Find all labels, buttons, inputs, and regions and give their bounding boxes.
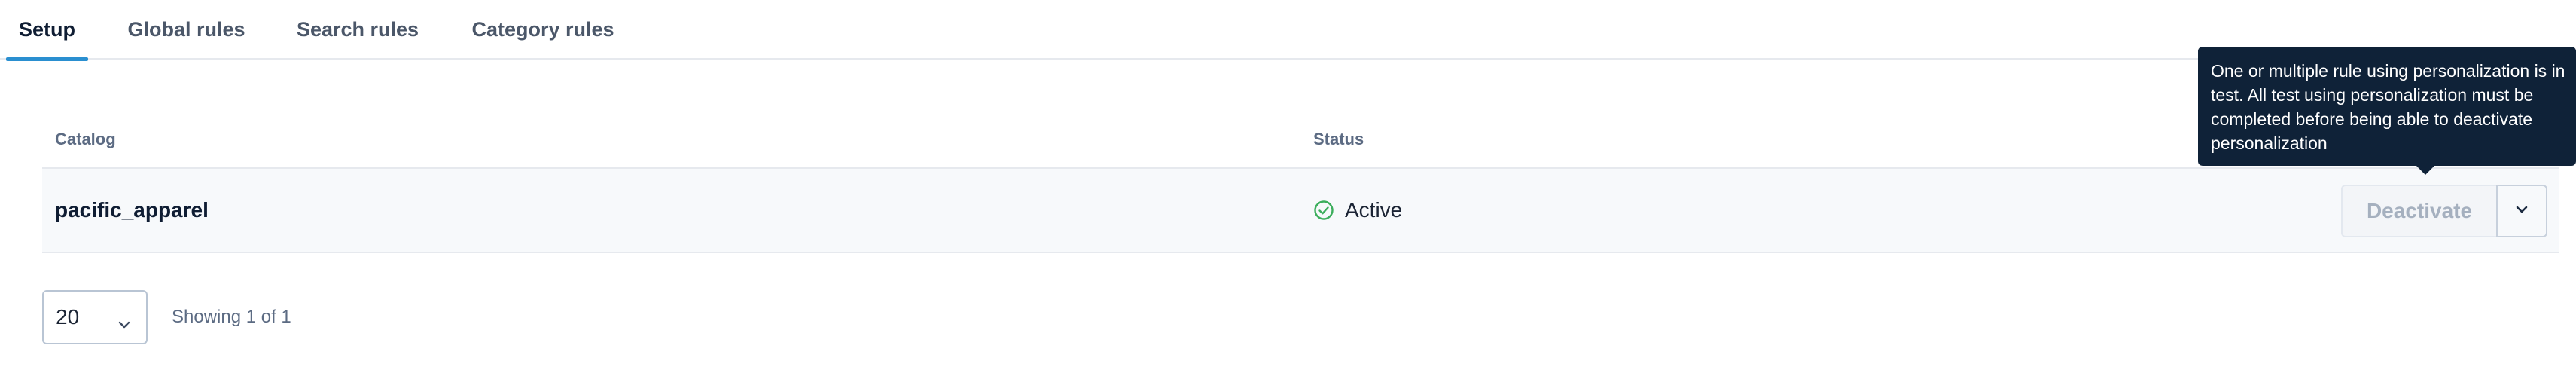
pagination-info: Showing 1 of 1: [172, 307, 291, 327]
tooltip-text: One or multiple rule using personalizati…: [2211, 61, 2565, 153]
status-cell: Active: [1313, 169, 1402, 252]
catalog-table: Catalog Status pacific_apparel Active De…: [42, 112, 2559, 253]
deactivate-button[interactable]: Deactivate: [2341, 185, 2496, 237]
chevron-down-icon: [2515, 204, 2529, 218]
page-size-select[interactable]: 20: [42, 290, 148, 344]
tab-setup[interactable]: Setup: [6, 0, 88, 61]
tab-global-rules[interactable]: Global rules: [124, 0, 248, 60]
column-header-status: Status: [1313, 130, 1364, 148]
catalog-name: pacific_apparel: [55, 198, 209, 222]
column-header-catalog: Catalog: [55, 130, 116, 148]
actions-dropdown-button[interactable]: [2496, 185, 2547, 237]
row-actions: Deactivate: [2341, 185, 2547, 237]
table-row: pacific_apparel Active Deactivate: [42, 169, 2559, 253]
status-label: Active: [1345, 198, 1403, 222]
page-size-value: 20: [56, 305, 80, 329]
tab-category-rules[interactable]: Category rules: [469, 0, 617, 60]
tab-search-rules[interactable]: Search rules: [294, 0, 422, 60]
table-header: Catalog Status: [42, 112, 2559, 169]
deactivate-tooltip: One or multiple rule using personalizati…: [2198, 47, 2576, 175]
check-circle-icon: [1313, 200, 1334, 221]
tab-bar: Setup Global rules Search rules Category…: [0, 0, 2576, 61]
chevron-down-icon: [117, 310, 131, 335]
page: Setup Global rules Search rules Category…: [0, 0, 2576, 370]
